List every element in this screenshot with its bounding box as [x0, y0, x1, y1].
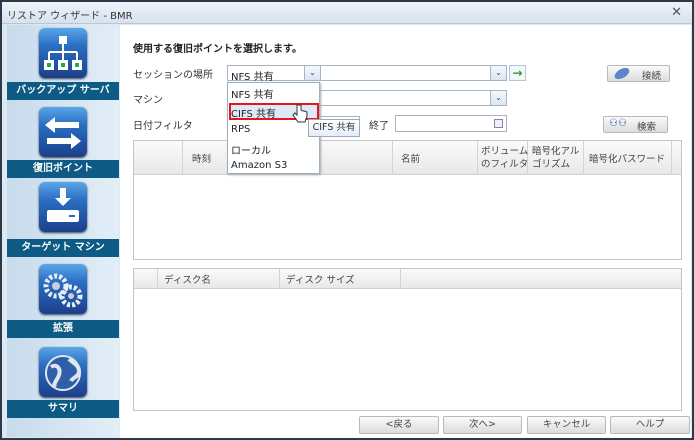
back-button[interactable]: <戻る [359, 416, 439, 434]
restore-wizard-window: リストア ウィザード - BMR ✕ バックアップ サーバ 復旧ポイント ターゲ… [0, 0, 694, 440]
table-header: 時刻 名前 ボリューム のフィルタ 暗号化アル ゴリズム 暗号化パスワード [134, 141, 681, 175]
sidebar-item-label: ターゲット マシン [7, 239, 119, 257]
chevron-down-icon[interactable]: ⌄ [490, 91, 506, 105]
instruction-text: 使用する復旧ポイントを選択します。 [133, 44, 302, 55]
column-encryption-algorithm[interactable]: 暗号化アル ゴリズム [528, 141, 584, 174]
recovery-points-table: 時刻 名前 ボリューム のフィルタ 暗号化アル ゴリズム 暗号化パスワード [133, 140, 682, 260]
arrows-icon [39, 107, 87, 157]
column-name[interactable]: 名前 [393, 141, 478, 174]
column-encryption-password[interactable]: 暗号化パスワード [584, 141, 672, 174]
hand-cursor-icon [292, 104, 308, 123]
option-rps[interactable]: RPS [231, 124, 250, 135]
connect-button-label: 接続 [642, 71, 662, 82]
sidebar-item-label: バックアップ サーバ [7, 82, 119, 100]
chevron-down-icon[interactable]: ⌄ [304, 66, 320, 80]
next-button[interactable]: 次へ> [443, 416, 522, 434]
tooltip: CIFS 共有 [308, 119, 360, 137]
globe-icon [39, 347, 87, 397]
gears-icon [39, 264, 87, 314]
disk-table: ディスク名 ディスク サイズ [133, 268, 682, 411]
window-title: リストア ウィザード - BMR [7, 11, 133, 22]
title-bar: リストア ウィザード - BMR ✕ [2, 2, 692, 24]
session-location-value: NFS 共有 [231, 72, 274, 83]
connect-button[interactable]: 接続 [607, 65, 670, 82]
chevron-down-icon[interactable]: ⌄ [490, 66, 506, 80]
option-cifs[interactable]: CIFS 共有 [231, 105, 276, 120]
column-volume-filter[interactable]: ボリューム のフィルタ [478, 141, 528, 174]
close-icon[interactable]: ✕ [671, 5, 682, 20]
column-disk-size[interactable]: ディスク サイズ [280, 269, 401, 288]
sidebar-item-label: サマリ [7, 400, 119, 418]
session-location-select[interactable]: NFS 共有 ⌄ [227, 65, 321, 83]
session-location-label: セッションの場所 [133, 70, 213, 81]
session-path-combo[interactable]: ⌄ [320, 65, 507, 81]
go-arrow-button[interactable]: → [509, 65, 526, 81]
column-disk-name[interactable]: ディスク名 [158, 269, 280, 288]
machine-label: マシン [133, 95, 163, 106]
table-header: ディスク名 ディスク サイズ [134, 269, 681, 289]
end-date-field[interactable] [395, 115, 507, 132]
network-icon [39, 28, 87, 78]
cancel-button[interactable]: キャンセル [527, 416, 606, 434]
search-button[interactable]: ⚇⚇ 検索 [603, 116, 668, 133]
plug-icon [612, 65, 632, 82]
header-blank [134, 141, 183, 174]
help-button[interactable]: ヘルプ [610, 416, 690, 434]
end-label: 終了 [369, 121, 389, 132]
arrow-right-icon: → [512, 66, 523, 80]
download-drive-icon [39, 182, 87, 232]
option-local[interactable]: ローカル [231, 142, 271, 157]
session-location-dropdown: NFS 共有 CIFS 共有 RPS ローカル Amazon S3 [227, 82, 320, 174]
sidebar-item-label: 拡張 [7, 320, 119, 338]
option-nfs[interactable]: NFS 共有 [231, 86, 274, 101]
header-blank [134, 269, 158, 288]
sidebar-item-label: 復旧ポイント [7, 160, 119, 178]
option-amazon-s3[interactable]: Amazon S3 [231, 160, 287, 171]
calendar-icon[interactable] [494, 119, 503, 128]
search-button-label: 検索 [637, 122, 657, 133]
binoculars-icon: ⚇⚇ [609, 118, 627, 129]
date-filter-label: 日付フィルタ [133, 121, 193, 132]
wizard-sidebar: バックアップ サーバ 復旧ポイント ターゲット マシン 拡張 サマリ [7, 25, 119, 437]
